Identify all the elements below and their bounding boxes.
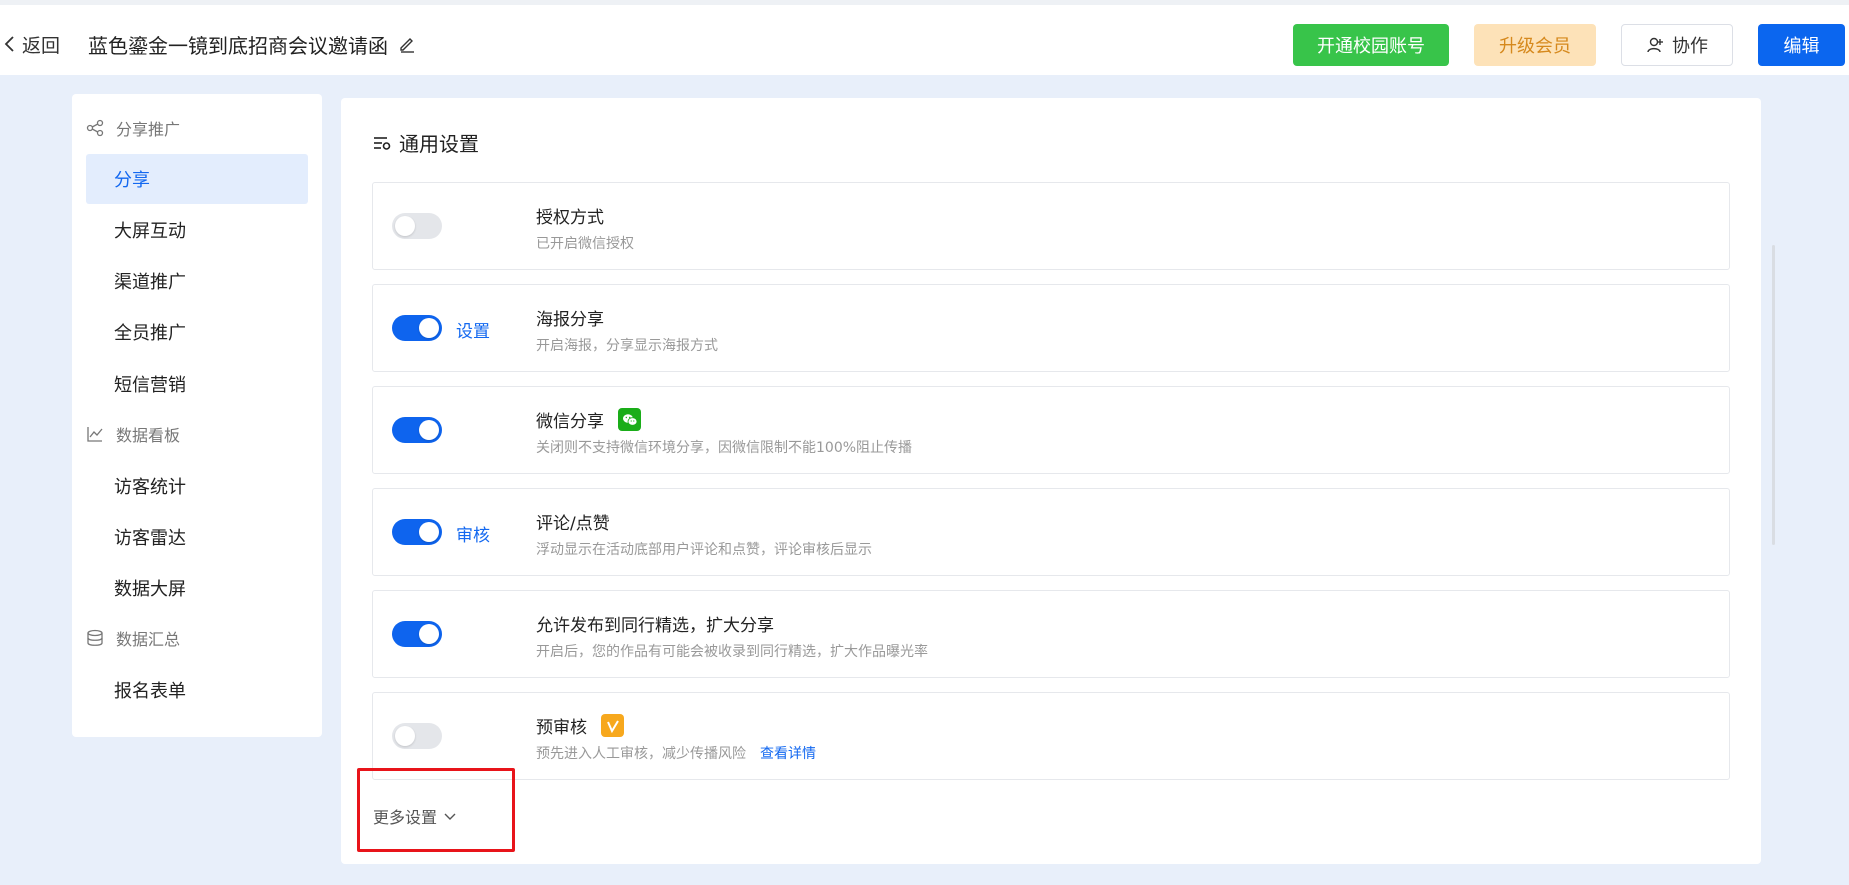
- section-title-text: 通用设置: [399, 132, 479, 156]
- database-icon: [87, 629, 103, 646]
- sidebar-group-label: 数据看板: [116, 426, 181, 445]
- toggle-knob: [419, 420, 439, 440]
- setting-label: 预审核: [536, 713, 624, 738]
- setting-label: 微信分享: [536, 407, 641, 432]
- setting-desc: 关闭则不支持微信环境分享，因微信限制不能100%阻止传播: [536, 440, 913, 456]
- sidebar-item-staff-promotion[interactable]: 全员推广: [86, 307, 308, 357]
- open-campus-account-button[interactable]: 开通校园账号: [1293, 24, 1449, 66]
- edit-pencil-icon[interactable]: [398, 35, 416, 53]
- sidebar-item-visitor-stats[interactable]: 访客统计: [86, 461, 308, 511]
- setting-row-publish-featured: 允许发布到同行精选，扩大分享 开启后，您的作品有可能会被收录到同行精选，扩大作品…: [372, 590, 1730, 678]
- sidebar-item-channel-promotion[interactable]: 渠道推广: [86, 256, 308, 306]
- vip-icon: [601, 714, 624, 737]
- section-title: 通用设置: [373, 128, 479, 157]
- chevron-left-icon: [4, 36, 14, 52]
- setting-row-auth-method: 授权方式 已开启微信授权: [372, 182, 1730, 270]
- setting-desc: 预先进入人工审核，减少传播风险 查看详情: [536, 743, 816, 763]
- more-settings-label: 更多设置: [373, 808, 438, 827]
- top-bar: 返回 蓝色鎏金一镜到底招商会议邀请函 开通校园账号 升级会员 协作 编辑: [0, 0, 1849, 75]
- setting-desc: 浮动显示在活动底部用户评论和点赞，评论审核后显示: [536, 542, 872, 558]
- sidebar-group-label: 数据汇总: [116, 630, 181, 649]
- sidebar-item-sms-marketing[interactable]: 短信营销: [86, 359, 308, 409]
- wechat-icon: [618, 408, 641, 431]
- sidebar-group-share: 分享推广: [86, 110, 180, 146]
- collaborate-label: 协作: [1672, 36, 1708, 57]
- setting-label: 允许发布到同行精选，扩大分享: [536, 616, 774, 636]
- setting-desc-text: 预先进入人工审核，减少传播风险: [536, 746, 746, 762]
- share-icon: [86, 119, 104, 137]
- collaborate-button[interactable]: 协作: [1621, 24, 1733, 66]
- setting-desc: 已开启微信授权: [536, 236, 634, 252]
- setting-row-pre-review: 预审核 预先进入人工审核，减少传播风险 查看详情: [372, 692, 1730, 780]
- more-settings-button[interactable]: 更多设置: [373, 804, 457, 828]
- line-chart-icon: [87, 427, 103, 442]
- setting-label: 评论/点赞: [536, 514, 610, 534]
- upgrade-vip-button[interactable]: 升级会员: [1474, 24, 1596, 66]
- sidebar-group-label: 分享推广: [116, 120, 181, 139]
- page-title-text: 蓝色鎏金一镜到底招商会议邀请函: [88, 33, 388, 58]
- sidebar: 分享推广 分享 大屏互动 渠道推广 全员推广 短信营销 数据看板 访客统计 访客…: [72, 94, 322, 737]
- setting-label: 授权方式: [536, 208, 604, 228]
- back-button[interactable]: 返回: [2, 29, 60, 59]
- scrollbar[interactable]: [1772, 245, 1775, 545]
- setting-row-comments-likes: 审核 评论/点赞 浮动显示在活动底部用户评论和点赞，评论审核后显示: [372, 488, 1730, 576]
- chevron-down-icon: [444, 813, 456, 820]
- setting-desc: 开启后，您的作品有可能会被收录到同行精选，扩大作品曝光率: [536, 644, 928, 660]
- poster-share-toggle[interactable]: [392, 315, 442, 341]
- setting-label: 海报分享: [536, 310, 604, 330]
- toggle-knob: [395, 726, 415, 746]
- sidebar-group-data-summary: 数据汇总: [86, 620, 180, 656]
- settings-list-icon: [374, 136, 391, 150]
- sidebar-item-data-screen[interactable]: 数据大屏: [86, 563, 308, 613]
- settings-panel: 通用设置 授权方式 已开启微信授权 设置 海报分享 开启海报，分享显示海报方式 …: [341, 98, 1761, 864]
- sidebar-item-visitor-radar[interactable]: 访客雷达: [86, 512, 308, 562]
- back-label: 返回: [22, 34, 61, 57]
- sidebar-item-share[interactable]: 分享: [86, 154, 308, 204]
- sidebar-item-signup-form[interactable]: 报名表单: [86, 665, 308, 715]
- toggle-knob: [419, 522, 439, 542]
- setting-desc: 开启海报，分享显示海报方式: [536, 338, 718, 354]
- sidebar-item-big-screen-interaction[interactable]: 大屏互动: [86, 205, 308, 255]
- comments-likes-toggle[interactable]: [392, 519, 442, 545]
- setting-row-wechat-share: 微信分享 关闭则不支持微信环境分享，因微信限制不能100%阻止传播: [372, 386, 1730, 474]
- poster-settings-link[interactable]: 设置: [456, 317, 490, 342]
- view-details-link[interactable]: 查看详情: [760, 743, 816, 763]
- pre-review-toggle[interactable]: [392, 723, 442, 749]
- toggle-knob: [419, 624, 439, 644]
- toggle-knob: [395, 216, 415, 236]
- user-add-icon: [1647, 37, 1663, 53]
- page-title: 蓝色鎏金一镜到底招商会议邀请函: [88, 29, 416, 59]
- edit-button[interactable]: 编辑: [1758, 24, 1845, 66]
- toggle-knob: [419, 318, 439, 338]
- setting-row-poster-share: 设置 海报分享 开启海报，分享显示海报方式: [372, 284, 1730, 372]
- setting-label-text: 预审核: [536, 718, 587, 738]
- wechat-share-toggle[interactable]: [392, 417, 442, 443]
- review-comments-link[interactable]: 审核: [456, 521, 490, 546]
- sidebar-group-dashboard: 数据看板: [86, 416, 180, 452]
- publish-featured-toggle[interactable]: [392, 621, 442, 647]
- auth-method-toggle[interactable]: [392, 213, 442, 239]
- setting-label-text: 微信分享: [536, 412, 604, 432]
